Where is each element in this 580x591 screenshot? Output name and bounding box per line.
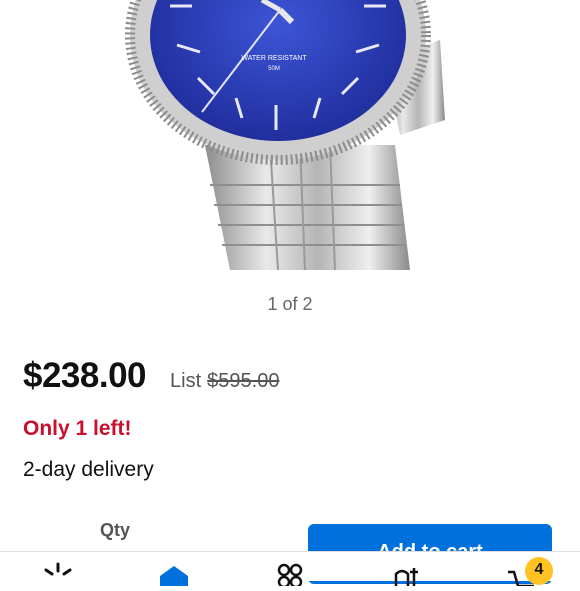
list-price: $595.00 <box>207 370 280 392</box>
bottom-nav <box>0 551 580 589</box>
cart-count-badge: 4 <box>525 557 553 585</box>
image-counter: 1 of 2 <box>267 294 313 314</box>
spark-icon[interactable] <box>38 562 78 586</box>
dial-text-water-resistant: WATER RESISTANT <box>241 55 307 62</box>
list-price-label: List <box>170 370 202 392</box>
product-image[interactable]: WATER RESISTANT 50M <box>0 0 580 285</box>
watch-image: WATER RESISTANT 50M <box>125 0 445 271</box>
services-icon[interactable] <box>386 562 426 586</box>
home-icon[interactable] <box>154 562 194 586</box>
delivery-text: 2-day delivery <box>23 458 154 481</box>
dial-text-depth: 50M <box>268 66 280 72</box>
stock-warning: Only 1 left! <box>23 417 132 440</box>
departments-icon[interactable] <box>270 562 310 589</box>
qty-label[interactable]: Qty <box>100 520 130 541</box>
current-price: $238.00 <box>23 356 147 395</box>
price-row: $238.00 List $595.00 <box>23 356 279 396</box>
